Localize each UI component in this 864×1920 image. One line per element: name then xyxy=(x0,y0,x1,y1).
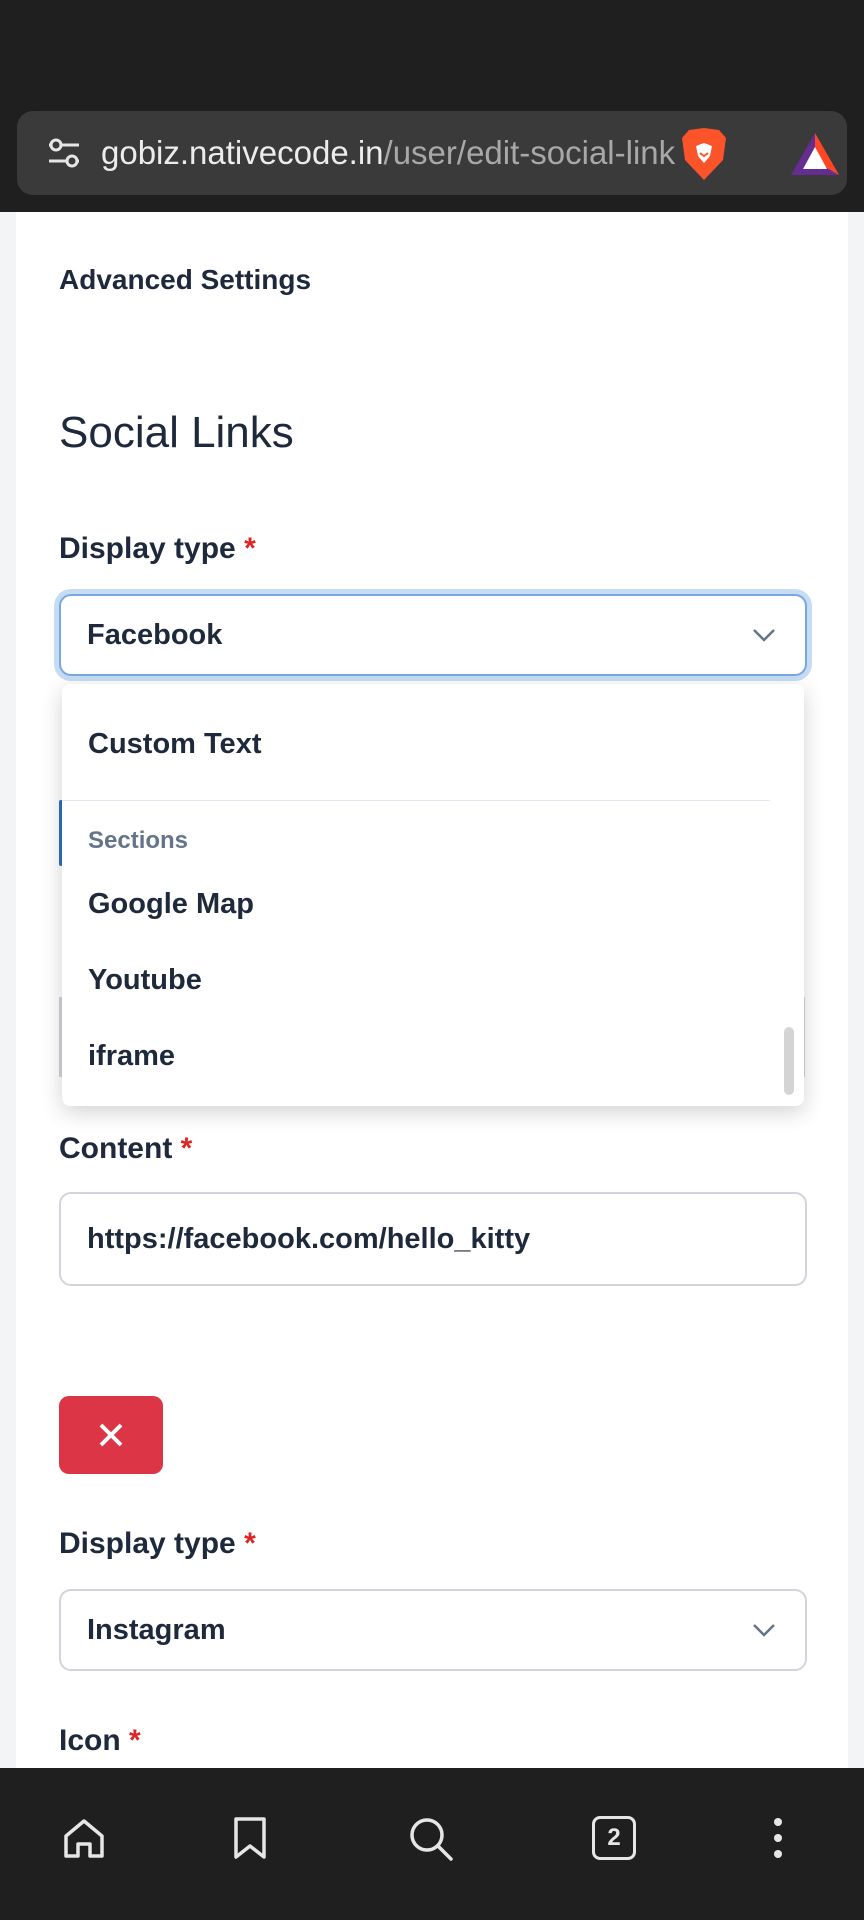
required-mark: * xyxy=(244,1527,256,1560)
menu-icon[interactable] xyxy=(768,1816,788,1860)
icon-label-text: Icon xyxy=(59,1724,121,1757)
url-text[interactable]: gobiz.nativecode.in/user/edit-social-lin… xyxy=(101,111,675,195)
dropdown-option-youtube[interactable]: Youtube xyxy=(88,964,202,997)
display-type-label: Display type * xyxy=(59,1527,256,1561)
dropdown-scrollbar[interactable] xyxy=(784,1027,794,1095)
display-type-select[interactable]: Facebook xyxy=(59,594,807,676)
search-icon[interactable] xyxy=(408,1816,454,1862)
required-mark: * xyxy=(129,1724,141,1757)
status-bar xyxy=(0,0,864,110)
home-icon[interactable] xyxy=(62,1816,106,1860)
card-edge xyxy=(848,212,864,372)
dropdown-option-google-map[interactable]: Google Map xyxy=(88,888,254,921)
advanced-settings-link[interactable]: Advanced Settings xyxy=(59,264,311,296)
remove-link-button[interactable] xyxy=(59,1396,163,1474)
chevron-down-icon xyxy=(753,629,775,642)
page-content: Advanced Settings Social Links Display t… xyxy=(0,212,864,1768)
display-type-select-2[interactable]: Instagram xyxy=(59,1589,807,1671)
icon-label: Icon * xyxy=(59,1724,141,1758)
brave-shields-icon[interactable] xyxy=(679,126,729,182)
dropdown-group-label: Sections xyxy=(88,827,189,854)
tabs-icon[interactable]: 2 xyxy=(592,1816,636,1860)
content-label-text: Content xyxy=(59,1132,173,1165)
content-label: Content * xyxy=(59,1132,192,1166)
display-type-value: Facebook xyxy=(87,619,223,651)
close-icon xyxy=(99,1423,123,1447)
bookmark-icon[interactable] xyxy=(230,1816,270,1860)
display-type-label-text: Display type xyxy=(59,1527,236,1560)
display-type-label-text: Display type xyxy=(59,532,236,565)
display-type-dropdown: Custom Text Sections Google Map Youtube … xyxy=(62,684,804,1106)
content-input[interactable]: https://facebook.com/hello_kitty xyxy=(59,1192,807,1286)
url-domain: gobiz.nativecode.in xyxy=(101,134,384,171)
dropdown-option-iframe[interactable]: iframe xyxy=(88,1040,175,1073)
required-mark: * xyxy=(244,532,256,565)
content-input-value: https://facebook.com/hello_kitty xyxy=(87,1223,531,1255)
url-path: /user/edit-social-links xyxy=(383,134,675,171)
required-mark: * xyxy=(180,1132,193,1165)
browser-bottom-nav: 2 xyxy=(0,1768,864,1920)
page-title: Social Links xyxy=(59,408,294,457)
dropdown-option-custom-text[interactable]: Custom Text xyxy=(88,728,261,761)
dropdown-divider xyxy=(62,800,770,801)
chevron-down-icon xyxy=(753,1624,775,1637)
brave-rewards-icon[interactable] xyxy=(789,131,841,177)
page-info-icon[interactable] xyxy=(47,137,81,169)
address-bar[interactable]: gobiz.nativecode.in/user/edit-social-lin… xyxy=(17,111,847,195)
display-type-label: Display type * xyxy=(59,532,256,566)
display-type-value: Instagram xyxy=(87,1614,226,1646)
